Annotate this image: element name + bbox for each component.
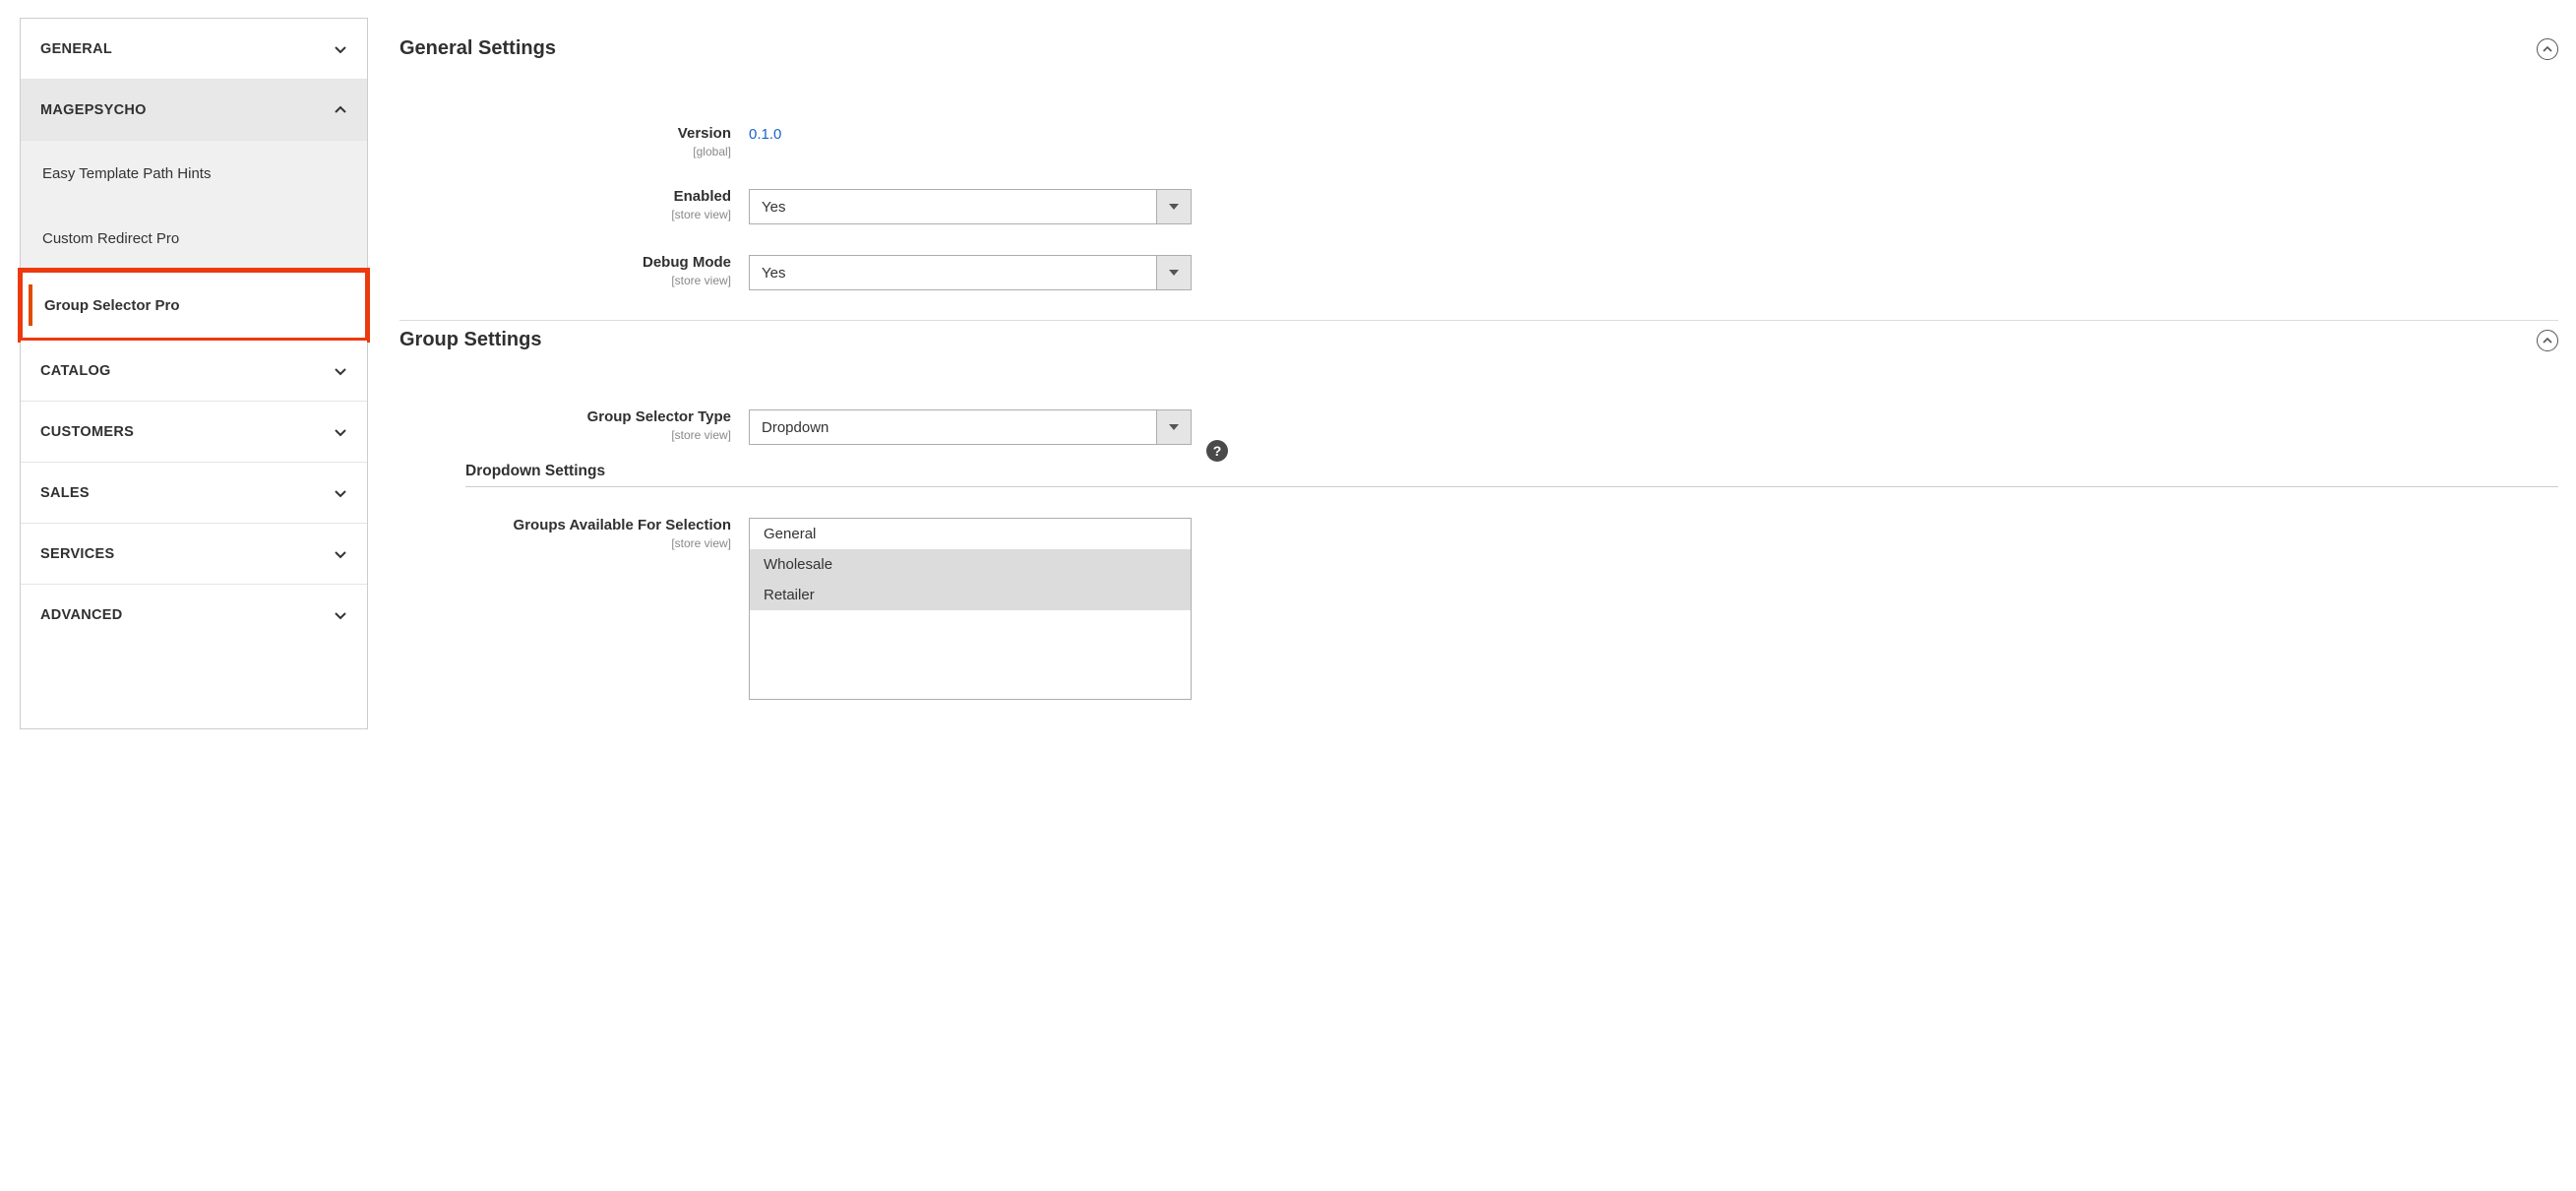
enabled-select[interactable]: Yes <box>749 189 1192 224</box>
sidebar-tab-customers[interactable]: CUSTOMERS <box>21 402 367 463</box>
sidebar-item-label: Custom Redirect Pro <box>42 230 179 247</box>
field-row-enabled: Enabled [store view] Yes <box>399 188 2558 224</box>
subsection-title: Dropdown Settings <box>465 463 2558 487</box>
multiselect-option-general[interactable]: General <box>750 519 1191 549</box>
field-label: Version <box>399 125 731 143</box>
section-body-general: Version [global] 0.1.0 Enabled [store vi… <box>399 68 2558 290</box>
section-divider <box>399 320 2558 321</box>
field-row-version: Version [global] 0.1.0 <box>399 125 2558 158</box>
section-header-general[interactable]: General Settings <box>399 37 2558 68</box>
chevron-down-icon <box>334 364 347 378</box>
groups-multiselect[interactable]: General Wholesale Retailer <box>749 518 1192 700</box>
collapse-icon[interactable] <box>2537 38 2558 60</box>
multiselect-option-retailer[interactable]: Retailer <box>750 580 1191 610</box>
collapse-icon[interactable] <box>2537 330 2558 351</box>
field-label: Groups Available For Selection <box>399 517 731 534</box>
section-body-group: Group Selector Type [store view] Dropdow… <box>399 359 2558 700</box>
sidebar-tab-advanced[interactable]: ADVANCED <box>21 585 367 646</box>
dropdown-arrow-icon[interactable] <box>1156 409 1192 445</box>
field-row-debug: Debug Mode [store view] Yes <box>399 254 2558 290</box>
config-sidebar: GENERAL MAGEPSYCHO Easy Template Path Hi… <box>20 18 368 729</box>
sidebar-tab-general[interactable]: GENERAL <box>21 19 367 80</box>
field-scope: [store view] <box>399 274 731 287</box>
sidebar-tab-magepsycho[interactable]: MAGEPSYCHO <box>21 80 367 141</box>
multiselect-option-wholesale[interactable]: Wholesale <box>750 549 1191 580</box>
chevron-down-icon <box>334 547 347 561</box>
field-scope: [store view] <box>399 536 731 550</box>
sidebar-tab-label: CUSTOMERS <box>40 424 134 440</box>
sidebar-tab-label: SALES <box>40 485 90 501</box>
sidebar-item-group-selector[interactable]: Group Selector Pro <box>23 273 365 338</box>
sidebar-tab-label: SERVICES <box>40 546 114 562</box>
select-value: Dropdown <box>749 409 1156 445</box>
sidebar-item-label: Easy Template Path Hints <box>42 165 211 182</box>
field-row-groups-available: Groups Available For Selection [store vi… <box>399 517 2558 700</box>
debug-select[interactable]: Yes <box>749 255 1192 290</box>
section-title: General Settings <box>399 37 556 60</box>
select-value: Yes <box>749 255 1156 290</box>
config-main: General Settings Version [global] 0.1.0 … <box>368 18 2576 729</box>
chevron-down-icon <box>334 608 347 622</box>
chevron-down-icon <box>334 42 347 56</box>
sidebar-tab-sales[interactable]: SALES <box>21 463 367 524</box>
field-label: Enabled <box>399 188 731 206</box>
sidebar-tab-label: GENERAL <box>40 41 112 57</box>
active-item-highlight: Group Selector Pro <box>18 268 370 343</box>
chevron-down-icon <box>334 486 347 500</box>
sidebar-subitems: Easy Template Path Hints Custom Redirect… <box>21 141 367 341</box>
field-scope: [store view] <box>399 208 731 221</box>
sidebar-item-custom-redirect[interactable]: Custom Redirect Pro <box>21 206 367 271</box>
sidebar-item-label: Group Selector Pro <box>44 297 180 314</box>
sidebar-tab-label: CATALOG <box>40 363 111 379</box>
field-row-selector-type: Group Selector Type [store view] Dropdow… <box>399 408 2558 445</box>
field-scope: [global] <box>399 145 731 158</box>
field-label: Group Selector Type <box>399 408 731 426</box>
sidebar-item-easy-template[interactable]: Easy Template Path Hints <box>21 141 367 206</box>
sidebar-tab-label: MAGEPSYCHO <box>40 102 147 118</box>
version-value: 0.1.0 <box>749 126 781 143</box>
field-label: Debug Mode <box>399 254 731 272</box>
section-header-group[interactable]: Group Settings <box>399 329 2558 359</box>
chevron-up-icon <box>334 103 347 117</box>
section-title: Group Settings <box>399 329 541 351</box>
sidebar-tab-catalog[interactable]: CATALOG <box>21 341 367 402</box>
selector-type-select[interactable]: Dropdown <box>749 409 1192 445</box>
dropdown-arrow-icon[interactable] <box>1156 189 1192 224</box>
sidebar-tab-services[interactable]: SERVICES <box>21 524 367 585</box>
dropdown-arrow-icon[interactable] <box>1156 255 1192 290</box>
select-value: Yes <box>749 189 1156 224</box>
chevron-down-icon <box>334 425 347 439</box>
help-icon[interactable]: ? <box>1206 440 1228 462</box>
field-scope: [store view] <box>399 428 731 442</box>
sidebar-tab-label: ADVANCED <box>40 607 123 623</box>
